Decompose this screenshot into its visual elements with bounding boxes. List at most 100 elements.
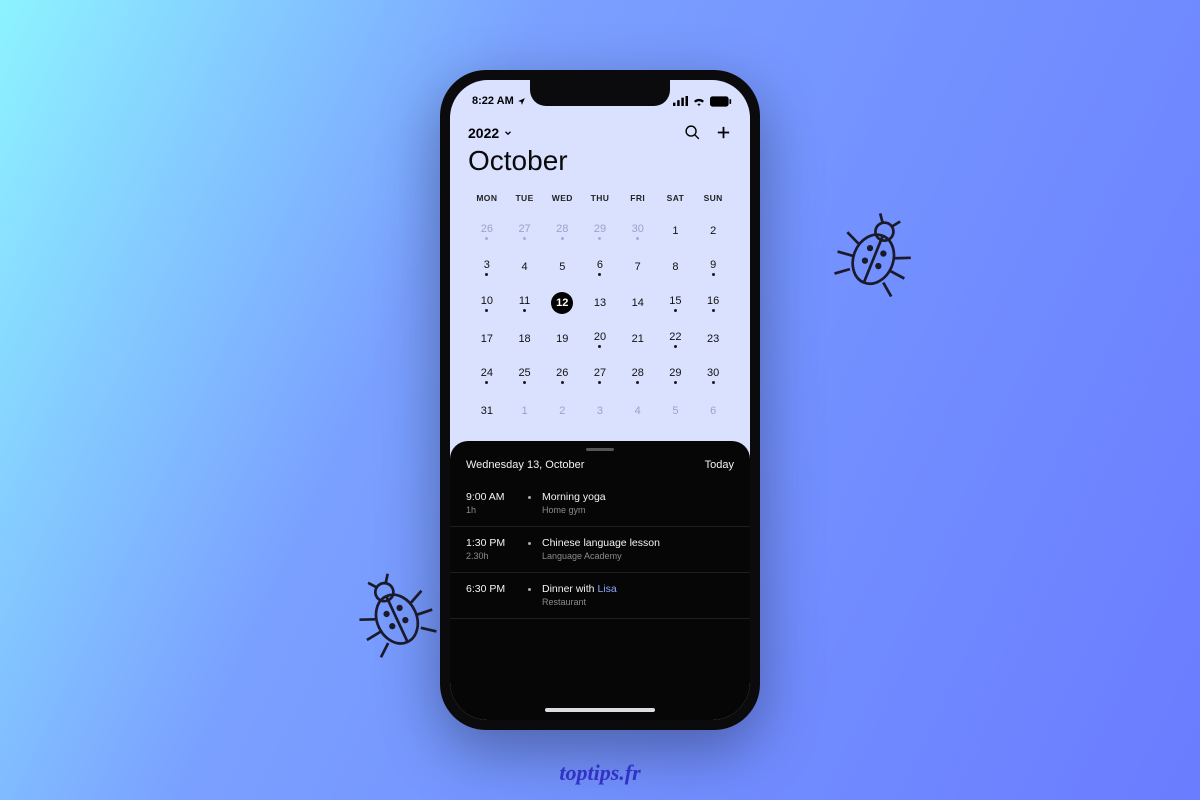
week-row: 3456 7 8 9 bbox=[468, 249, 732, 285]
day-number: 7 bbox=[635, 261, 641, 273]
day-cell[interactable]: 5 bbox=[543, 249, 581, 285]
dow-label: WED bbox=[543, 193, 581, 213]
day-cell[interactable]: 12 bbox=[543, 285, 581, 321]
phone-frame: 8:22 AM 2022 October MONTU bbox=[440, 70, 760, 730]
day-number: 22 bbox=[669, 331, 681, 343]
day-cell[interactable]: 4 bbox=[619, 393, 657, 429]
day-number: 21 bbox=[632, 333, 644, 345]
header-actions bbox=[684, 124, 732, 141]
day-cell[interactable]: 29 bbox=[581, 213, 619, 249]
day-cell[interactable]: 16 bbox=[694, 285, 732, 321]
events-panel[interactable]: Wednesday 13, October Today 9:00 AM1h Mor… bbox=[450, 441, 750, 720]
events-header: Wednesday 13, October Today bbox=[450, 459, 750, 481]
calendar-header: 2022 October MONTUEWEDTHUFRISATSUN 26272… bbox=[450, 116, 750, 445]
day-cell[interactable]: 18 bbox=[506, 321, 544, 357]
day-number: 30 bbox=[707, 367, 719, 379]
year-label: 2022 bbox=[468, 125, 499, 141]
day-cell[interactable]: 6 bbox=[581, 249, 619, 285]
day-number: 29 bbox=[594, 223, 606, 235]
day-cell[interactable]: 7 bbox=[619, 249, 657, 285]
day-cell[interactable]: 4 bbox=[506, 249, 544, 285]
day-number: 23 bbox=[707, 333, 719, 345]
day-cell[interactable]: 27 bbox=[506, 213, 544, 249]
event-dot-icon bbox=[636, 237, 639, 240]
event-dot-icon bbox=[598, 273, 601, 276]
day-cell[interactable]: 17 bbox=[468, 321, 506, 357]
dow-label: SAT bbox=[657, 193, 695, 213]
event-start: 9:00 AM bbox=[466, 491, 518, 503]
event-location: Restaurant bbox=[542, 597, 617, 607]
event-time: 1:30 PM2.30h bbox=[466, 537, 518, 561]
day-cell[interactable]: 14 bbox=[619, 285, 657, 321]
day-cell[interactable]: 28 bbox=[543, 213, 581, 249]
day-cell[interactable]: 29 bbox=[657, 357, 695, 393]
bug-decoration-icon bbox=[816, 196, 933, 313]
year-picker[interactable]: 2022 bbox=[468, 125, 513, 141]
event-dot-icon bbox=[712, 273, 715, 276]
day-cell[interactable]: 26 bbox=[543, 357, 581, 393]
day-cell[interactable]: 2 bbox=[543, 393, 581, 429]
drag-handle-icon[interactable] bbox=[586, 448, 614, 451]
home-indicator[interactable] bbox=[545, 708, 655, 712]
notch bbox=[530, 80, 670, 106]
battery-icon bbox=[710, 96, 732, 107]
day-number: 15 bbox=[669, 295, 681, 307]
day-cell[interactable]: 11 bbox=[506, 285, 544, 321]
day-cell[interactable]: 20 bbox=[581, 321, 619, 357]
day-cell[interactable]: 3 bbox=[581, 393, 619, 429]
event-dot-icon bbox=[485, 381, 488, 384]
day-cell[interactable]: 6 bbox=[694, 393, 732, 429]
event-dot-icon bbox=[636, 381, 639, 384]
day-cell[interactable]: 9 bbox=[694, 249, 732, 285]
day-cell[interactable]: 3 bbox=[468, 249, 506, 285]
event-time: 9:00 AM1h bbox=[466, 491, 518, 515]
day-cell[interactable]: 5 bbox=[657, 393, 695, 429]
day-cell[interactable]: 2 bbox=[694, 213, 732, 249]
day-cell[interactable]: 8 bbox=[657, 249, 695, 285]
day-cell[interactable]: 19 bbox=[543, 321, 581, 357]
event-dot-icon bbox=[485, 309, 488, 312]
day-number: 9 bbox=[710, 259, 716, 271]
day-number: 31 bbox=[481, 405, 493, 417]
day-cell[interactable]: 1 bbox=[657, 213, 695, 249]
status-right bbox=[673, 96, 732, 107]
week-row: 31 1 23456 bbox=[468, 393, 732, 429]
event-time: 6:30 PM bbox=[466, 583, 518, 607]
day-cell[interactable]: 21 bbox=[619, 321, 657, 357]
day-number: 19 bbox=[556, 333, 568, 345]
day-cell[interactable]: 24 bbox=[468, 357, 506, 393]
day-cell[interactable]: 22 bbox=[657, 321, 695, 357]
today-button[interactable]: Today bbox=[705, 459, 734, 471]
day-cell[interactable]: 25 bbox=[506, 357, 544, 393]
event-row[interactable]: 9:00 AM1hMorning yogaHome gym bbox=[450, 481, 750, 527]
day-number: 13 bbox=[594, 297, 606, 309]
day-cell[interactable]: 30 bbox=[694, 357, 732, 393]
event-dot-icon bbox=[598, 345, 601, 348]
day-number: 25 bbox=[518, 367, 530, 379]
event-dot-icon bbox=[523, 237, 526, 240]
event-row[interactable]: 6:30 PMDinner with LisaRestaurant bbox=[450, 573, 750, 619]
event-dot-icon bbox=[598, 237, 601, 240]
day-number: 29 bbox=[669, 367, 681, 379]
event-dot-icon bbox=[561, 381, 564, 384]
day-number: 17 bbox=[481, 333, 493, 345]
event-dot-icon bbox=[523, 309, 526, 312]
day-cell[interactable]: 26 bbox=[468, 213, 506, 249]
status-time-group: 8:22 AM bbox=[472, 95, 526, 107]
event-row[interactable]: 1:30 PM2.30hChinese language lessonLangu… bbox=[450, 527, 750, 573]
dow-label: THU bbox=[581, 193, 619, 213]
search-icon[interactable] bbox=[684, 124, 701, 141]
day-cell[interactable]: 27 bbox=[581, 357, 619, 393]
day-cell[interactable]: 1 bbox=[506, 393, 544, 429]
day-cell[interactable]: 13 bbox=[581, 285, 619, 321]
status-time: 8:22 AM bbox=[472, 95, 514, 107]
add-icon[interactable] bbox=[715, 124, 732, 141]
event-title: Morning yoga bbox=[542, 491, 606, 503]
day-number: 1 bbox=[522, 405, 528, 417]
day-cell[interactable]: 15 bbox=[657, 285, 695, 321]
day-cell[interactable]: 28 bbox=[619, 357, 657, 393]
day-cell[interactable]: 23 bbox=[694, 321, 732, 357]
day-cell[interactable]: 10 bbox=[468, 285, 506, 321]
day-cell[interactable]: 31 bbox=[468, 393, 506, 429]
day-cell[interactable]: 30 bbox=[619, 213, 657, 249]
